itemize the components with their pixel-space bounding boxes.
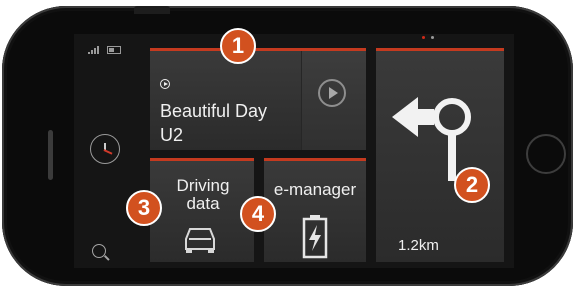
battery-icon [107,46,121,54]
song-title: Beautiful Day [160,101,268,121]
callout-badge-2: 2 [454,167,490,203]
page-indicator [422,36,434,39]
signal-icon [88,46,99,54]
media-source-icon [160,79,170,89]
infotainment-screen: Beautiful Day U2 1.2km Driving data e-ma… [74,34,514,268]
e-manager-label: e-manager [273,180,357,199]
music-tile[interactable]: Beautiful Day U2 [150,48,366,150]
driving-data-label: Driving data [176,176,230,213]
play-icon[interactable] [318,79,346,107]
clock-icon[interactable] [90,134,120,164]
callout-badge-4: 4 [240,196,276,232]
play-zone[interactable] [301,51,366,150]
e-manager-tile[interactable]: e-manager [264,158,366,262]
callout-badge-1: 1 [220,28,256,64]
now-playing: Beautiful Day U2 [160,99,267,147]
speaker-grille [48,130,53,180]
driving-data-tile[interactable]: Driving data [150,158,254,262]
song-artist: U2 [160,125,184,145]
car-icon [185,228,215,253]
battery-charge-icon [302,215,328,259]
page-dot-active [422,36,425,39]
side-button [134,6,170,14]
distance-label: 1.2km [398,237,439,254]
phone-frame: Beautiful Day U2 1.2km Driving data e-ma… [2,6,573,286]
callout-badge-3: 3 [126,190,162,226]
page-dot [431,36,434,39]
search-icon[interactable] [92,244,106,258]
status-bar [88,46,121,54]
home-button[interactable] [526,134,566,174]
navigation-tile[interactable]: 1.2km [376,48,504,262]
